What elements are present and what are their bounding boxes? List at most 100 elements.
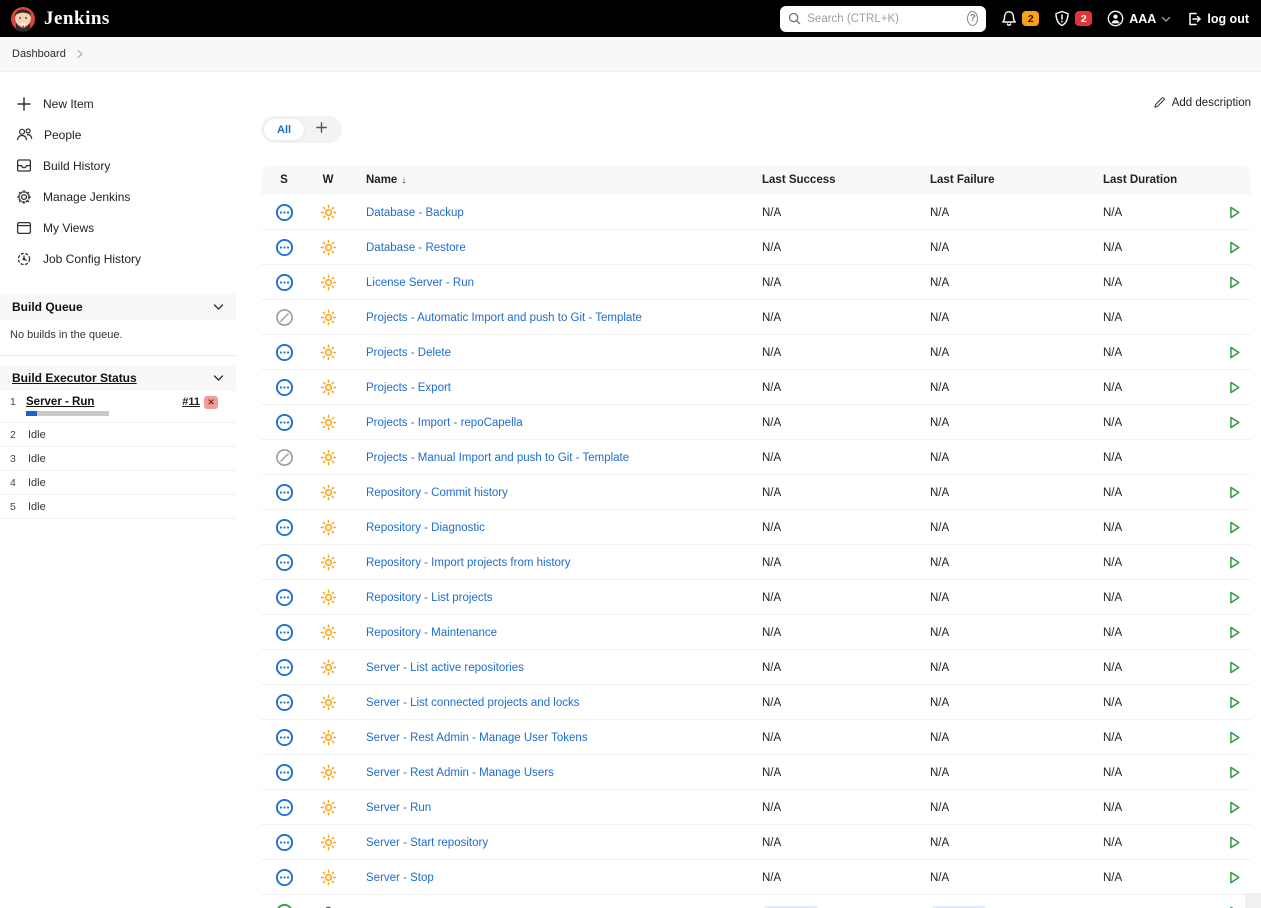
job-name-link[interactable]: Projects - Automatic Import and push to … (349, 312, 642, 324)
job-name-link[interactable]: Server - List active repositories (349, 662, 524, 674)
job-name-link[interactable]: Repository - Diagnostic (349, 522, 485, 534)
never-built-icon[interactable] (275, 693, 294, 712)
never-built-icon[interactable] (275, 553, 294, 572)
never-built-icon[interactable] (275, 483, 294, 502)
job-row-repository-maintenance: Repository - Maintenance N/A N/A N/A (261, 615, 1251, 650)
last-failure-value: N/A (930, 347, 950, 359)
job-name-link[interactable]: Repository - Import projects from histor… (349, 557, 571, 569)
run-job-button[interactable] (1227, 835, 1242, 850)
security-warnings-button[interactable]: 2 (1054, 10, 1093, 27)
never-built-icon[interactable] (275, 798, 294, 817)
breadcrumb-chevron-icon[interactable] (76, 49, 84, 59)
job-name-link[interactable]: Projects - Manual Import and push to Git… (349, 452, 629, 464)
run-job-button[interactable] (1227, 380, 1242, 395)
search-input[interactable] (807, 12, 962, 25)
build-executor-header[interactable]: Build Executor Status (0, 365, 236, 391)
run-job-button[interactable] (1227, 205, 1242, 220)
job-name-link[interactable]: Server - Run (349, 802, 431, 814)
job-name-link[interactable]: Server - Rest Admin - Manage Users (349, 767, 554, 779)
never-built-icon[interactable] (275, 588, 294, 607)
column-header-status[interactable]: S (261, 174, 307, 186)
new-view-button[interactable] (304, 119, 339, 140)
run-job-button[interactable] (1227, 275, 1242, 290)
never-built-icon[interactable] (275, 658, 294, 677)
sidebar-item-build-history[interactable]: Build History (0, 150, 236, 181)
build-queue-header[interactable]: Build Queue (0, 294, 236, 320)
executor-number: 1 (10, 396, 16, 408)
never-built-icon[interactable] (275, 378, 294, 397)
never-built-icon[interactable] (275, 763, 294, 782)
never-built-icon[interactable] (275, 343, 294, 362)
security-count-badge[interactable]: 2 (1075, 11, 1093, 26)
job-name-link[interactable]: Server - Stop (349, 872, 434, 884)
sidebar-item-new-item[interactable]: New Item (0, 88, 236, 119)
column-header-last-duration[interactable]: Last Duration (1103, 174, 1217, 186)
executor-build-link[interactable]: #11 (182, 396, 200, 408)
add-description-button[interactable]: Add description (1153, 96, 1251, 109)
run-job-button[interactable] (1227, 590, 1242, 605)
collapse-chevron-icon[interactable] (213, 303, 224, 311)
never-built-icon[interactable] (275, 238, 294, 257)
user-menu[interactable]: AAA (1107, 10, 1171, 27)
job-name-link[interactable]: Repository - Commit history (349, 487, 508, 499)
run-job-button[interactable] (1227, 415, 1242, 430)
run-job-button[interactable] (1227, 345, 1242, 360)
notification-count-badge[interactable]: 2 (1022, 11, 1040, 26)
column-header-last-failure[interactable]: Last Failure (930, 174, 1103, 186)
run-job-button[interactable] (1227, 660, 1242, 675)
last-success-value: N/A (762, 837, 782, 849)
run-job-button[interactable] (1227, 240, 1242, 255)
notifications-button[interactable]: 2 (1001, 10, 1040, 27)
column-header-last-success[interactable]: Last Success (762, 174, 930, 186)
disabled-icon[interactable] (275, 308, 294, 327)
job-name-link[interactable]: Projects - Export (349, 382, 451, 394)
job-name-link[interactable]: License Server - Run (349, 277, 474, 289)
sidebar-item-manage-jenkins[interactable]: Manage Jenkins (0, 181, 236, 212)
job-name-link[interactable]: Projects - Delete (349, 347, 451, 359)
help-icon[interactable]: ? (967, 11, 979, 26)
job-name-link[interactable]: Repository - List projects (349, 592, 493, 604)
job-name-link[interactable]: Server - Start repository (349, 837, 488, 849)
run-job-button[interactable] (1227, 695, 1242, 710)
logout-button[interactable]: log out (1186, 11, 1249, 27)
run-job-button[interactable] (1227, 730, 1242, 745)
never-built-icon[interactable] (275, 203, 294, 222)
job-name-link[interactable]: Server - List connected projects and loc… (349, 697, 580, 709)
run-job-button[interactable] (1227, 555, 1242, 570)
last-duration-value: N/A (1103, 522, 1123, 534)
never-built-icon[interactable] (275, 833, 294, 852)
never-built-icon[interactable] (275, 413, 294, 432)
collapse-chevron-icon[interactable] (213, 374, 224, 382)
never-built-icon[interactable] (275, 868, 294, 887)
build-executor-title[interactable]: Build Executor Status (12, 371, 137, 385)
build-progress-bar[interactable] (26, 411, 109, 416)
never-built-icon[interactable] (275, 518, 294, 537)
disabled-icon[interactable] (275, 448, 294, 467)
job-name-link[interactable]: Projects - Import - repoCapella (349, 417, 523, 429)
tab-all[interactable]: All (264, 119, 305, 140)
sun-icon (320, 589, 337, 606)
run-job-button[interactable] (1227, 800, 1242, 815)
run-job-button[interactable] (1227, 520, 1242, 535)
column-header-weather[interactable]: W (307, 174, 349, 186)
run-job-button[interactable] (1227, 765, 1242, 780)
job-name-link[interactable]: Server - Rest Admin - Manage User Tokens (349, 732, 588, 744)
breadcrumb-dashboard[interactable]: Dashboard (12, 48, 66, 60)
run-job-button[interactable] (1227, 625, 1242, 640)
run-job-button[interactable] (1227, 870, 1242, 885)
sidebar-item-people[interactable]: People (0, 119, 236, 150)
never-built-icon[interactable] (275, 728, 294, 747)
job-name-link[interactable]: Repository - Maintenance (349, 627, 497, 639)
job-name-link[interactable]: Database - Restore (349, 242, 466, 254)
job-name-link[interactable]: Database - Backup (349, 207, 464, 219)
run-job-button[interactable] (1227, 485, 1242, 500)
success-icon[interactable] (275, 903, 294, 908)
column-header-name[interactable]: Name ↓ (349, 174, 762, 186)
never-built-icon[interactable] (275, 623, 294, 642)
jenkins-home-link[interactable]: Jenkins (10, 6, 110, 32)
executor-job-link[interactable]: Server - Run (26, 396, 94, 408)
never-built-icon[interactable] (275, 273, 294, 292)
sidebar-item-job-config-history[interactable]: Job Config History (0, 243, 236, 274)
stop-build-button[interactable]: ✕ (204, 395, 218, 409)
sidebar-item-my-views[interactable]: My Views (0, 212, 236, 243)
